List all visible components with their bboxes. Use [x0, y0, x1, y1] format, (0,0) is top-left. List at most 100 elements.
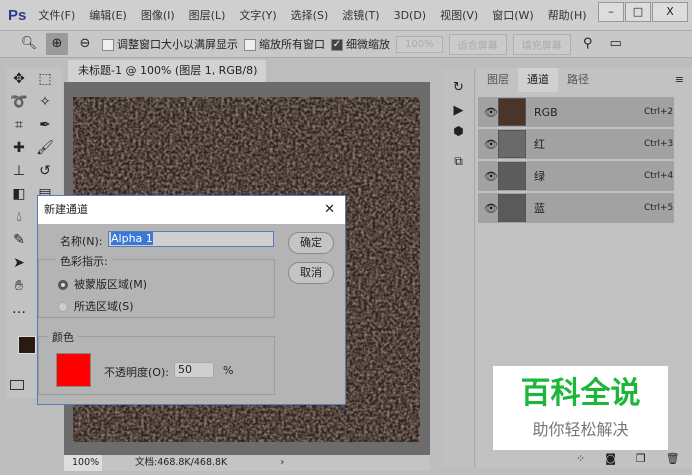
resize-windows-label: 调整窗口大小以满屏显示: [117, 38, 238, 51]
channel-row-blue[interactable]: 👁︎ 蓝 Ctrl+5: [478, 193, 674, 223]
zoom-out-icon[interactable]: ⊖: [74, 33, 96, 55]
search-icon[interactable]: ⚲: [577, 33, 599, 55]
masked-areas-radio[interactable]: 被蒙版区域(M): [58, 276, 147, 292]
actions-play-icon[interactable]: ▶: [443, 103, 474, 118]
channel-row-red[interactable]: 👁︎ 红 Ctrl+3: [478, 129, 674, 159]
brush-icon[interactable]: 🖌︎: [32, 137, 58, 160]
cancel-button[interactable]: 取消: [288, 262, 334, 284]
load-selection-icon[interactable]: ⁘: [576, 452, 585, 465]
eraser-icon[interactable]: ◧: [6, 183, 32, 206]
zoom-all-checkbox[interactable]: 缩放所有窗口: [244, 36, 325, 52]
dialog-titlebar: 新建通道 ✕: [38, 196, 345, 224]
eye-icon[interactable]: 👁︎: [484, 202, 498, 215]
opacity-input[interactable]: 50: [174, 362, 214, 378]
crop-tool-icon[interactable]: ⌗: [6, 114, 32, 137]
opacity-label: 不透明度(O):: [104, 366, 169, 379]
history-brush-icon[interactable]: ↺: [32, 160, 58, 183]
clone-source-icon[interactable]: ⧉: [443, 154, 474, 169]
panel-menu-icon[interactable]: ≡: [675, 68, 684, 92]
hand-icon[interactable]: ✋︎: [6, 275, 32, 298]
lasso-tool-icon[interactable]: ➰: [6, 91, 32, 114]
stamp-icon[interactable]: ⊥: [6, 160, 32, 183]
menu-3d[interactable]: 3D(D): [394, 9, 427, 22]
eye-icon[interactable]: 👁︎: [484, 138, 498, 151]
menu-window[interactable]: 窗口(W): [492, 7, 533, 23]
foreground-color[interactable]: [18, 336, 36, 354]
fill-screen-button[interactable]: 填充屏幕: [512, 33, 571, 55]
workspace-icon[interactable]: ▭: [605, 33, 627, 55]
magic-wand-icon[interactable]: ✧: [32, 91, 58, 114]
tab-layers[interactable]: 图层: [478, 68, 518, 92]
save-selection-icon[interactable]: ◙: [605, 452, 616, 465]
ps-logo: Ps: [8, 6, 27, 24]
options-bar: 🔍︎ ⊕ ⊖ 调整窗口大小以满屏显示 缩放所有窗口 ✓ 细微缩放 100% 适合屏…: [0, 30, 692, 58]
zoom-tool-preset-icon[interactable]: 🔍︎: [18, 33, 40, 55]
doc-info: 文档:468.8K/468.8K: [135, 457, 228, 468]
menu-view[interactable]: 视图(V): [440, 7, 478, 23]
zoom-100-button[interactable]: 100%: [396, 35, 443, 53]
menu-type[interactable]: 文字(Y): [239, 7, 276, 23]
collapsed-panels: ↻ ▶ ⬢ ⧉: [443, 68, 475, 468]
eyedropper-icon[interactable]: ✒: [32, 114, 58, 137]
channel-row-rgb[interactable]: 👁︎ RGB Ctrl+2: [478, 97, 674, 127]
color-swatch[interactable]: [56, 353, 91, 387]
menu-layer[interactable]: 图层(L): [189, 7, 226, 23]
close-button[interactable]: X: [652, 2, 688, 22]
minimize-button[interactable]: –: [598, 2, 624, 22]
percent-label: %: [223, 364, 234, 377]
selected-areas-label: 所选区域(S): [74, 300, 134, 313]
channel-shortcut: Ctrl+2: [644, 107, 674, 117]
menu-file[interactable]: 文件(F): [38, 7, 75, 23]
status-bar: 100% 文档:468.8K/468.8K ›: [64, 455, 430, 471]
channel-name: 蓝: [534, 202, 545, 215]
maximize-button[interactable]: □: [625, 2, 651, 22]
3d-icon[interactable]: ⬢: [443, 124, 474, 138]
zoom-level[interactable]: 100%: [64, 455, 102, 471]
healing-brush-icon[interactable]: ✚: [6, 137, 32, 160]
dialog-close-button[interactable]: ✕: [324, 196, 335, 224]
new-channel-dialog: 新建通道 ✕ 名称(N): Alpha 1 色彩指示: 被蒙版区域(M) 所选区域…: [37, 195, 346, 405]
channel-thumbnail: [498, 130, 526, 158]
dialog-title: 新建通道: [44, 203, 88, 216]
scrubby-zoom-label: 细微缩放: [346, 38, 390, 51]
history-icon[interactable]: ↻: [443, 80, 474, 95]
path-select-icon[interactable]: ➤: [6, 252, 32, 275]
menu-select[interactable]: 选择(S): [291, 7, 329, 23]
channel-row-green[interactable]: 👁︎ 绿 Ctrl+4: [478, 161, 674, 191]
scrubby-zoom-checkbox[interactable]: ✓ 细微缩放: [331, 36, 390, 52]
zoom-in-icon[interactable]: ⊕: [46, 33, 68, 55]
more-tools-icon[interactable]: …: [6, 298, 32, 321]
channel-name: RGB: [534, 105, 558, 119]
name-label: 名称(N):: [60, 235, 103, 248]
delete-icon[interactable]: 🗑︎: [666, 452, 680, 465]
tab-paths[interactable]: 路径: [558, 68, 598, 92]
document-tab[interactable]: 未标题-1 @ 100% (图层 1, RGB/8) * ×: [68, 60, 266, 99]
move-tool-icon[interactable]: ✥: [6, 68, 32, 91]
pen-icon[interactable]: ✎: [6, 229, 32, 252]
eye-icon[interactable]: 👁︎: [484, 170, 498, 183]
new-channel-icon[interactable]: ❐: [636, 452, 646, 465]
watermark: 百科全说 助你轻松解决: [493, 366, 668, 450]
selected-areas-radio[interactable]: 所选区域(S): [58, 298, 134, 314]
status-arrow[interactable]: ›: [280, 457, 284, 468]
channel-shortcut: Ctrl+5: [644, 203, 674, 213]
channel-thumbnail: [498, 162, 526, 190]
fit-screen-button[interactable]: 适合屏幕: [448, 33, 507, 55]
ok-button[interactable]: 确定: [288, 232, 334, 254]
marquee-tool-icon[interactable]: ⬚: [32, 68, 58, 91]
masked-areas-label: 被蒙版区域(M): [74, 278, 148, 291]
eye-icon[interactable]: 👁︎: [484, 106, 498, 119]
resize-windows-checkbox[interactable]: 调整窗口大小以满屏显示: [102, 36, 238, 52]
menu-edit[interactable]: 编辑(E): [89, 7, 127, 23]
channel-shortcut: Ctrl+4: [644, 171, 674, 181]
blur-icon[interactable]: 💧︎: [6, 206, 32, 229]
menu-filter[interactable]: 滤镜(T): [342, 7, 379, 23]
menu-help[interactable]: 帮助(H): [548, 7, 587, 23]
color-group-label: 颜色: [48, 329, 78, 345]
zoom-all-label: 缩放所有窗口: [259, 38, 325, 51]
name-input[interactable]: Alpha 1: [108, 231, 274, 247]
tab-channels[interactable]: 通道: [518, 68, 558, 92]
quick-mask-icon[interactable]: [10, 380, 24, 390]
menu-image[interactable]: 图像(I): [141, 7, 175, 23]
channel-thumbnail: [498, 194, 526, 222]
